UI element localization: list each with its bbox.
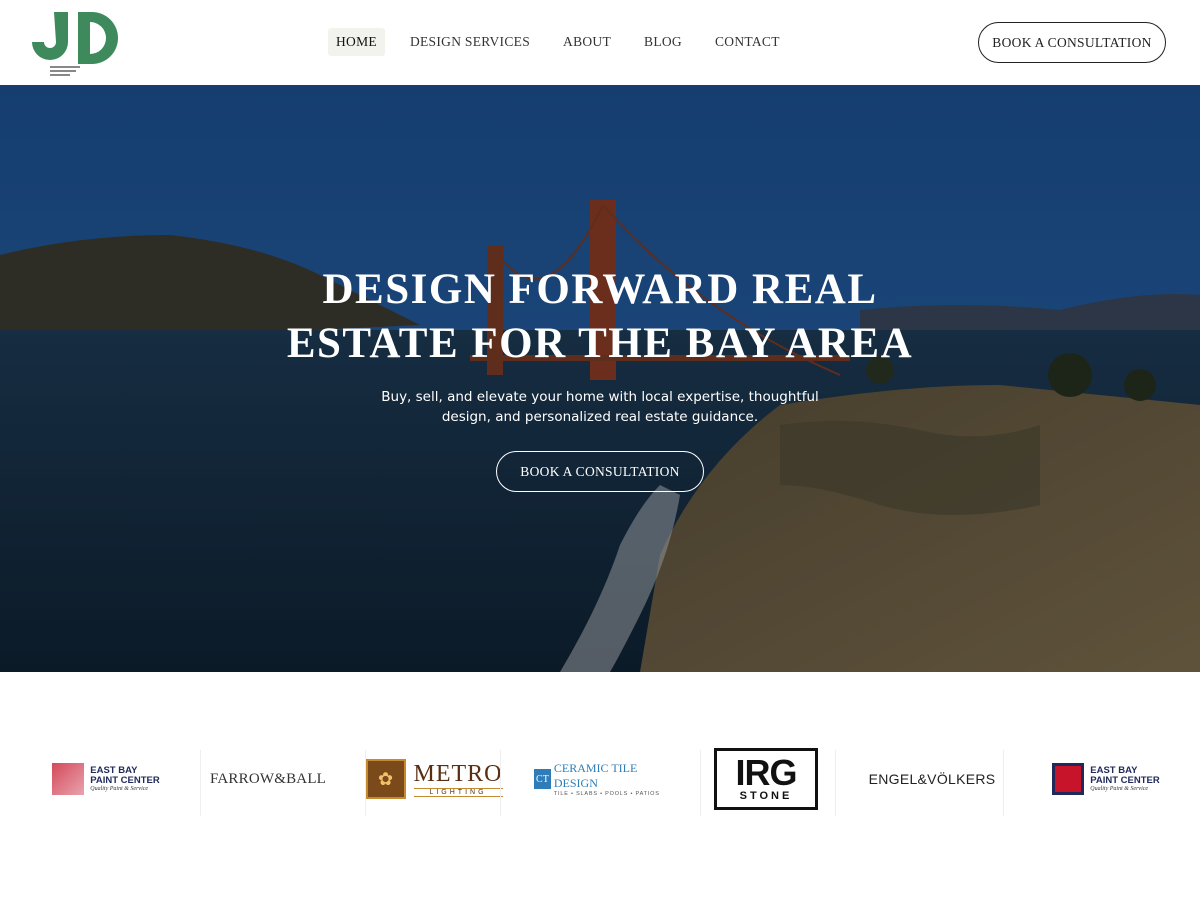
main-nav: HOME DESIGN SERVICES ABOUT BLOG CONTACT <box>328 28 805 56</box>
book-consultation-hero-button[interactable]: BOOK A CONSULTATION <box>496 451 704 492</box>
nav-about[interactable]: ABOUT <box>555 28 619 56</box>
farrow-ball-name: FARROW&BALL <box>209 770 327 787</box>
nav-contact[interactable]: CONTACT <box>707 28 788 56</box>
site-header: HOME DESIGN SERVICES ABOUT BLOG CONTACT … <box>0 0 1200 85</box>
partner-divider <box>835 750 836 816</box>
ceramic-tile-name: CERAMIC TILE DESIGN <box>553 761 638 790</box>
partner-metro-lighting[interactable]: ✿ METRO LIGHTING <box>365 740 503 818</box>
hero-title-line-1: DESIGN FORWARD REAL <box>322 266 878 313</box>
east-bay-logo-icon <box>52 763 85 795</box>
ceramic-tile-logo-icon: CT <box>534 769 551 789</box>
partner-divider <box>200 750 201 816</box>
east-bay-logo-icon <box>1052 763 1085 795</box>
east-bay-tagline: Quality Paint & Service <box>1090 786 1149 792</box>
partner-east-bay-paint-2[interactable]: EAST BAY PAINT CENTER Quality Paint & Se… <box>1044 740 1168 818</box>
hero-overlay <box>0 85 1200 672</box>
partner-farrow-ball[interactable]: FARROW&BALL <box>206 740 330 818</box>
nav-design-services[interactable]: DESIGN SERVICES <box>402 28 538 56</box>
nav-home[interactable]: HOME <box>328 28 385 56</box>
hero-title-line-2: ESTATE FOR THE BAY AREA <box>286 320 914 367</box>
partner-engel-volkers[interactable]: ENGEL&VÖLKERS <box>866 740 998 818</box>
hero-subtitle-line-2: design, and personalized real estate gui… <box>441 409 759 425</box>
partner-logos: EAST BAY PAINT CENTER Quality Paint & Se… <box>0 740 1200 820</box>
partner-irg-stone[interactable]: IRG STONE <box>710 740 822 818</box>
hero-section: DESIGN FORWARD REAL ESTATE FOR THE BAY A… <box>0 85 1200 672</box>
east-bay-tagline: Quality Paint & Service <box>90 786 149 792</box>
book-consultation-header-button[interactable]: BOOK A CONSULTATION <box>978 22 1166 63</box>
east-bay-name-2: PAINT CENTER <box>1090 775 1160 786</box>
east-bay-name-2: PAINT CENTER <box>90 775 160 786</box>
logo-tagline-marks <box>50 66 112 76</box>
partner-divider <box>1003 750 1004 816</box>
hero-subtitle: Buy, sell, and elevate your home with lo… <box>0 387 1200 427</box>
logo-mark-icon <box>32 12 118 64</box>
engel-volkers-name: ENGEL&VÖLKERS <box>868 771 996 787</box>
ceramic-tile-sub: TILE • SLABS • POOLS • PATIOS <box>553 791 660 797</box>
nav-blog[interactable]: BLOG <box>636 28 690 56</box>
metro-name: METRO <box>413 760 503 787</box>
hero-subtitle-line-1: Buy, sell, and elevate your home with lo… <box>381 389 819 405</box>
irg-sub: STONE <box>739 790 793 802</box>
partner-ceramic-tile-design[interactable]: CT CERAMIC TILE DESIGN TILE • SLABS • PO… <box>534 740 664 818</box>
partner-east-bay-paint[interactable]: EAST BAY PAINT CENTER Quality Paint & Se… <box>44 740 168 818</box>
irg-name: IRG <box>735 752 797 793</box>
partner-divider <box>700 750 701 816</box>
metro-sub: LIGHTING <box>413 787 503 797</box>
metro-emblem-icon: ✿ <box>365 759 406 799</box>
partner-divider <box>500 750 501 816</box>
hero-title: DESIGN FORWARD REAL ESTATE FOR THE BAY A… <box>0 263 1200 371</box>
